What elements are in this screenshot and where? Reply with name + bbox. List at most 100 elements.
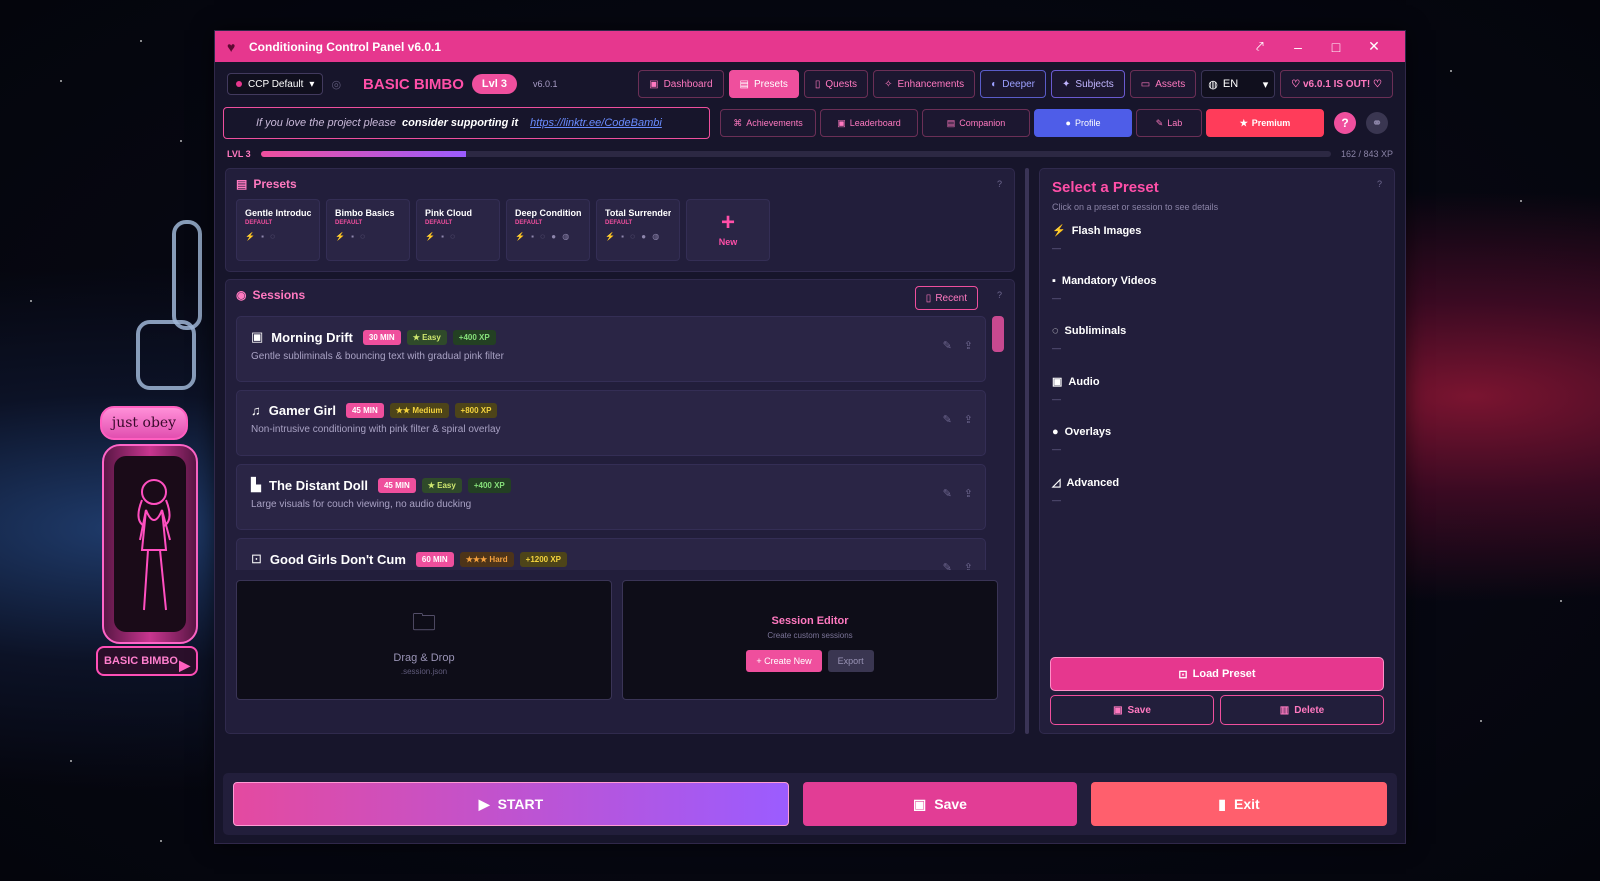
new-preset-button[interactable]: + New bbox=[686, 199, 770, 261]
tab-premium[interactable]: ★ Premium bbox=[1206, 109, 1324, 137]
start-label: START bbox=[497, 796, 544, 812]
save-preset-label: Save bbox=[1127, 704, 1151, 716]
session-card[interactable]: ▙ The Distant Doll 45 MIN ★ Easy +400 XP Lar… bbox=[236, 464, 986, 530]
recent-button[interactable]: ▯ Recent bbox=[914, 286, 978, 310]
preset-card[interactable]: Gentle Introduc... DEFAULT ⚡ ▪ ◌ bbox=[236, 199, 320, 261]
tab-presets[interactable]: ▤ Presets bbox=[728, 70, 799, 98]
tab-deeper[interactable]: ◐ Deeper bbox=[980, 70, 1047, 98]
preset-tag: DEFAULT bbox=[425, 220, 453, 226]
save-label: Save bbox=[934, 796, 967, 812]
panel-divider[interactable] bbox=[1025, 168, 1029, 734]
tab-companion[interactable]: ▤ Companion bbox=[922, 109, 1030, 137]
help-button[interactable]: ? bbox=[1334, 112, 1356, 134]
preset-feature-icons: ⚡ ▪ ◌ ● ◍ bbox=[605, 232, 662, 241]
export-icon[interactable]: ⇪ bbox=[964, 339, 973, 352]
export-icon[interactable]: ⇪ bbox=[964, 561, 973, 570]
tab-enhancements[interactable]: ✧ Enhancements bbox=[873, 70, 976, 98]
delete-preset-label: Delete bbox=[1294, 704, 1325, 716]
preset-feature-icons: ⚡ ▪ ◌ ● ◍ bbox=[515, 232, 572, 241]
tab-assets[interactable]: ▭ Assets bbox=[1129, 70, 1197, 98]
presets-icon: ▤ bbox=[236, 177, 248, 191]
pin-icon[interactable]: ⤤ bbox=[1241, 38, 1279, 55]
presets-title: Presets bbox=[253, 177, 297, 191]
session-name: The Distant Doll bbox=[269, 477, 368, 493]
tab-leaderboard[interactable]: ▣ Leaderboard bbox=[820, 109, 918, 137]
edit-icon[interactable]: ✎ bbox=[943, 561, 952, 570]
session-card[interactable]: ♫ Gamer Girl 45 MIN ★★ Medium +800 XP Non-in… bbox=[236, 390, 986, 456]
bottom-bar: ▶ START ▣ Save ▮ Exit bbox=[223, 773, 1397, 835]
save-preset-button[interactable]: ▣ Save bbox=[1050, 695, 1214, 725]
language-select[interactable]: ◍ EN ▾ bbox=[1201, 70, 1276, 98]
minimize-button[interactable]: – bbox=[1279, 39, 1317, 55]
new-version-button[interactable]: ♡ v6.0.1 IS OUT! ♡ bbox=[1280, 70, 1393, 98]
xp-badge: +800 XP bbox=[454, 403, 498, 418]
category-name: Subliminals bbox=[1064, 325, 1127, 337]
session-name: Morning Drift bbox=[271, 329, 353, 345]
preset-card[interactable]: Pink Cloud DEFAULT ⚡ ▪ ◌ bbox=[416, 199, 500, 261]
preset-card[interactable]: Total Surrender DEFAULT ⚡ ▪ ◌ ● ◍ bbox=[596, 199, 680, 261]
session-list[interactable]: ▣ Morning Drift 30 MIN ★ Easy +400 XP Gentle… bbox=[236, 316, 1004, 570]
category-name: Advanced bbox=[1066, 476, 1120, 489]
edit-icon[interactable]: ✎ bbox=[943, 413, 952, 426]
category-overlays: ● Overlays — bbox=[1052, 426, 1382, 454]
start-button[interactable]: ▶ START bbox=[233, 782, 789, 826]
deeper-icon: ◐ bbox=[991, 78, 998, 90]
exit-icon: ▮ bbox=[1218, 795, 1227, 812]
create-new-button[interactable]: + Create New bbox=[746, 649, 822, 672]
editor-title: Session Editor bbox=[771, 614, 849, 627]
trophy-icon: ⌘ bbox=[733, 117, 743, 128]
session-name: Gamer Girl bbox=[268, 403, 336, 418]
edit-icon[interactable]: ✎ bbox=[943, 339, 952, 352]
drop-zone-sub: .session.json bbox=[400, 666, 448, 676]
title-bar: ♥ Conditioning Control Panel v6.0.1 ⤤ – … bbox=[215, 31, 1405, 62]
session-desc: Non-intrusive conditioning with pink fil… bbox=[251, 424, 501, 435]
tab-lab[interactable]: ✎ Lab bbox=[1136, 109, 1202, 137]
tab-quests[interactable]: ▯ Quests bbox=[803, 70, 869, 98]
category-subliminals: ◌ Subliminals — bbox=[1052, 325, 1382, 353]
help-icon[interactable]: ? bbox=[1377, 179, 1382, 189]
tab-dashboard[interactable]: ▣ Dashboard bbox=[638, 70, 724, 98]
mascot-play-button[interactable]: BASIC BIMBO ▶ bbox=[96, 646, 198, 676]
session-card[interactable]: ▣ Morning Drift 30 MIN ★ Easy +400 XP Gentle… bbox=[236, 316, 986, 382]
preset-card[interactable]: Bimbo Basics DEFAULT ⚡ ▪ ◌ bbox=[326, 199, 410, 261]
quests-icon: ▯ bbox=[814, 78, 821, 90]
category-value: — bbox=[1052, 343, 1061, 353]
load-preset-button[interactable]: ⊡ Load Preset bbox=[1050, 657, 1384, 691]
sessions-title: Sessions bbox=[252, 288, 306, 302]
session-card[interactable]: ⊡ Good Girls Don't Cum 60 MIN ★★★ Hard +1200… bbox=[236, 538, 986, 570]
preset-name: Bimbo Basics bbox=[335, 208, 395, 218]
user-icon: ● bbox=[1065, 118, 1071, 128]
tab-subjects[interactable]: ✦ Subjects bbox=[1051, 70, 1125, 98]
save-icon: ▣ bbox=[1113, 704, 1123, 716]
preset-name: Pink Cloud bbox=[425, 208, 472, 218]
session-editor: Session Editor Create custom sessions + … bbox=[622, 580, 998, 700]
settings-circle-icon[interactable]: ◎ bbox=[331, 78, 341, 91]
session-desc: Large visuals for couch viewing, no audi… bbox=[251, 499, 472, 510]
tab-achievements[interactable]: ⌘ Achievements bbox=[720, 109, 816, 137]
export-button[interactable]: Export bbox=[827, 649, 874, 672]
edit-icon[interactable]: ✎ bbox=[943, 487, 952, 500]
preset-dropdown[interactable]: CCP Default ▾ bbox=[227, 73, 324, 95]
support-link[interactable]: https://linktr.ee/CodeBambi bbox=[530, 117, 662, 129]
exit-button[interactable]: ▮ Exit bbox=[1091, 782, 1387, 826]
scrollbar-thumb[interactable] bbox=[992, 316, 1004, 352]
help-icon[interactable]: ? bbox=[997, 290, 1002, 300]
link-icon[interactable]: ⚭ bbox=[1366, 112, 1388, 134]
export-icon[interactable]: ⇪ bbox=[964, 487, 973, 500]
help-icon[interactable]: ? bbox=[997, 179, 1002, 189]
delete-preset-button[interactable]: ▥ Delete bbox=[1220, 695, 1384, 725]
xp-track bbox=[260, 151, 1331, 157]
category-value: — bbox=[1052, 495, 1061, 505]
preset-card[interactable]: Deep Condition... DEFAULT ⚡ ▪ ◌ ● ◍ bbox=[506, 199, 590, 261]
mascot-tag-label: BASIC BIMBO bbox=[104, 655, 178, 667]
export-icon[interactable]: ⇪ bbox=[964, 413, 973, 426]
chart-icon: ◿ bbox=[1052, 477, 1061, 489]
xp-fill bbox=[260, 151, 467, 157]
xp-level-label: LVL 3 bbox=[227, 149, 251, 159]
tab-profile[interactable]: ● Profile bbox=[1034, 109, 1132, 137]
maximize-button[interactable]: □ bbox=[1317, 39, 1355, 55]
gamepad-icon: ♫ bbox=[251, 403, 261, 418]
close-button[interactable]: ✕ bbox=[1355, 38, 1393, 55]
drop-zone[interactable]: 🗀 Drag & Drop .session.json bbox=[236, 580, 612, 700]
save-button[interactable]: ▣ Save bbox=[803, 782, 1077, 826]
